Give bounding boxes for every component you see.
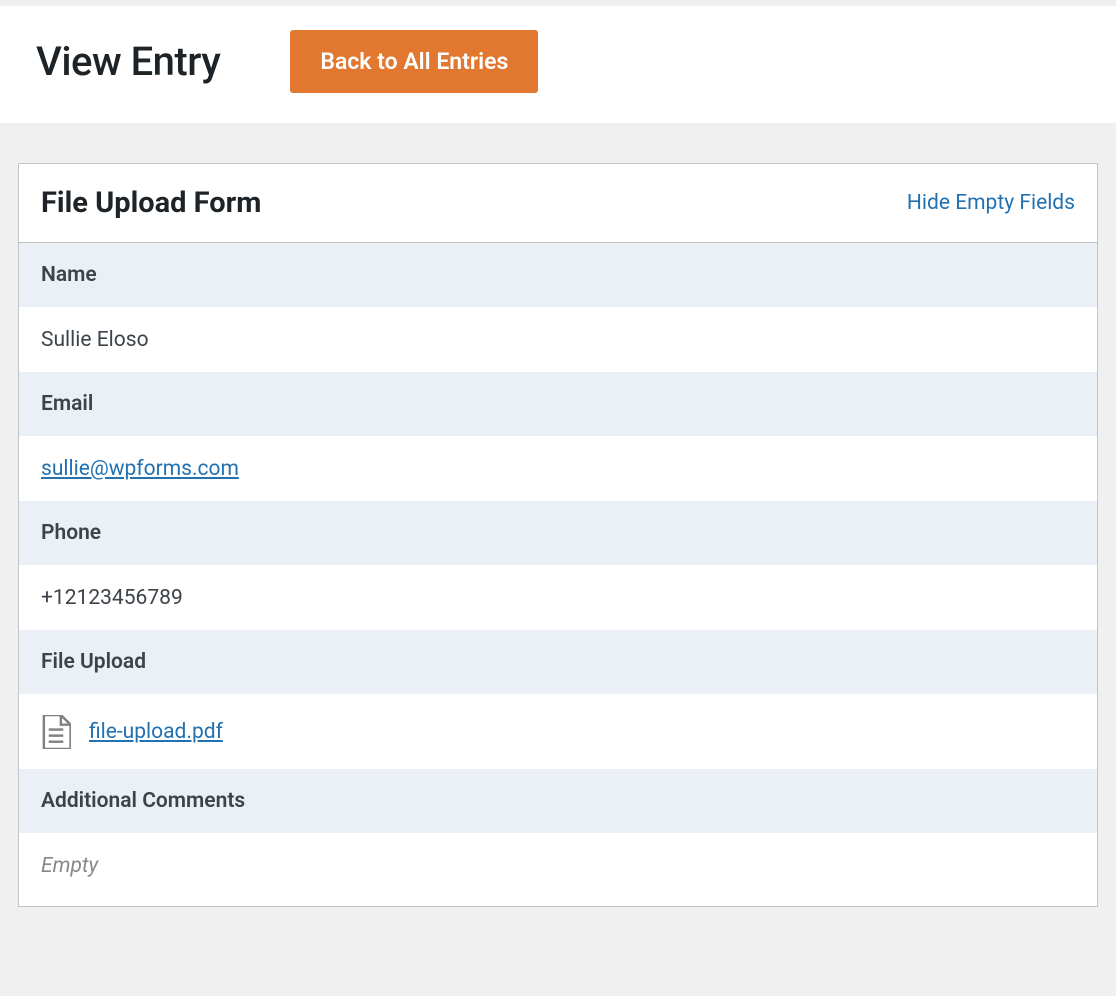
field-value-email: sullie@wpforms.com xyxy=(19,437,1097,501)
page-title: View Entry xyxy=(36,38,220,85)
field-value-file: file-upload.pdf xyxy=(19,695,1097,769)
field-label-comments: Additional Comments xyxy=(19,769,1097,834)
field-value-name: Sullie Eloso xyxy=(19,308,1097,372)
field-label-name: Name xyxy=(19,243,1097,308)
field-value-phone: +12123456789 xyxy=(19,566,1097,630)
panel-title: File Upload Form xyxy=(41,186,261,220)
field-label-phone: Phone xyxy=(19,501,1097,566)
file-icon xyxy=(41,715,71,749)
file-link[interactable]: file-upload.pdf xyxy=(89,720,223,744)
field-label-file: File Upload xyxy=(19,630,1097,695)
file-row: file-upload.pdf xyxy=(41,715,1075,749)
email-link[interactable]: sullie@wpforms.com xyxy=(41,457,239,481)
page-header: View Entry Back to All Entries xyxy=(0,0,1116,123)
back-to-entries-button[interactable]: Back to All Entries xyxy=(290,30,538,93)
content-wrap: File Upload Form Hide Empty Fields Name … xyxy=(0,123,1116,925)
entry-panel: File Upload Form Hide Empty Fields Name … xyxy=(18,163,1098,907)
panel-header: File Upload Form Hide Empty Fields xyxy=(19,164,1097,243)
field-label-email: Email xyxy=(19,372,1097,437)
hide-empty-fields-link[interactable]: Hide Empty Fields xyxy=(907,191,1075,215)
field-value-comments: Empty xyxy=(19,834,1097,906)
